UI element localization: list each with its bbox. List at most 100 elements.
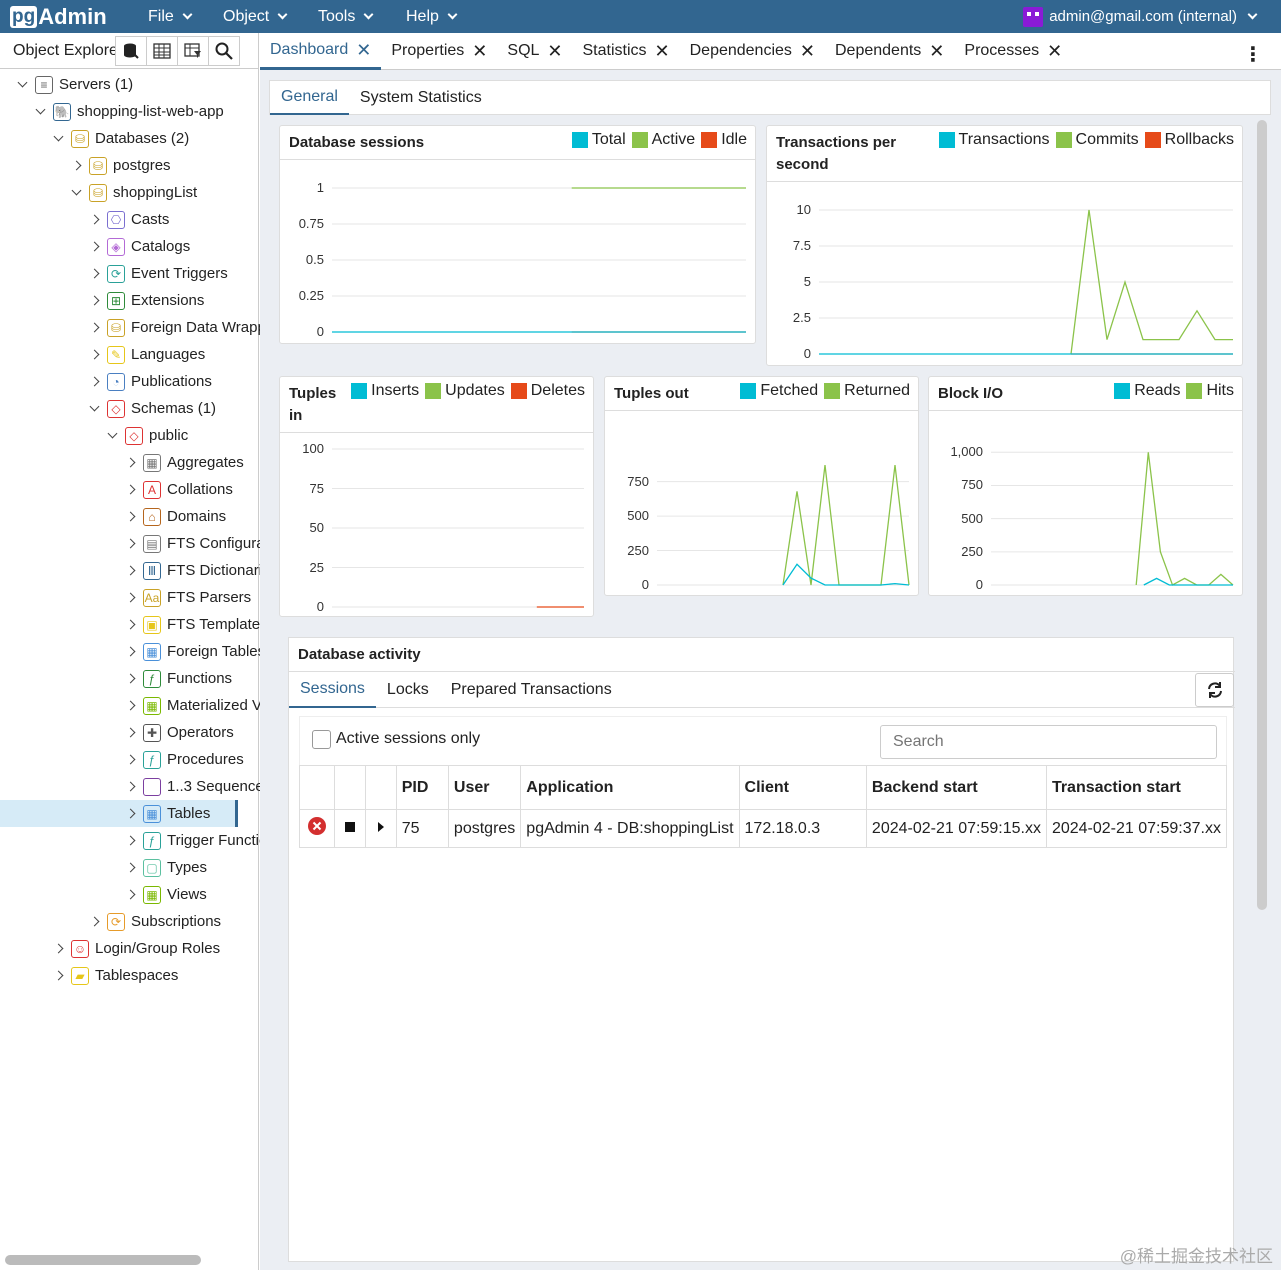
chevron-down-icon[interactable] xyxy=(33,104,47,119)
tab-statistics[interactable]: Statistics ✕ xyxy=(573,33,680,70)
tree-item-foreign-tables[interactable]: ▦ Foreign Tables xyxy=(123,638,265,665)
tab-processes[interactable]: Processes ✕ xyxy=(954,33,1072,70)
tree-item-procedures[interactable]: ƒ Procedures xyxy=(123,746,244,773)
search-objects-button[interactable] xyxy=(208,35,240,66)
tree-item-fts-dictionaries[interactable]: Ⅲ FTS Dictionaries xyxy=(123,557,278,584)
close-icon[interactable]: ✕ xyxy=(800,42,815,60)
chevron-right-icon[interactable] xyxy=(87,348,101,362)
table-row[interactable]: 75 postgres pgAdmin 4 - DB:shoppingList … xyxy=(299,809,1228,848)
view-data-button[interactable] xyxy=(146,35,178,66)
tree-item-public[interactable]: ◇ public xyxy=(105,422,188,449)
active-sessions-checkbox[interactable] xyxy=(312,730,331,749)
tree-item-languages[interactable]: ✎ Languages xyxy=(87,341,205,368)
close-icon[interactable]: ✕ xyxy=(472,42,487,60)
tree-item-login-group-roles[interactable]: ☺ Login/Group Roles xyxy=(51,935,220,962)
object-explorer-title[interactable]: Object Explorer xyxy=(0,42,115,60)
tree-item-databases-2[interactable]: ⛁ Databases (2) xyxy=(51,125,189,152)
chevron-right-icon[interactable] xyxy=(87,294,101,308)
col-pid[interactable]: PID xyxy=(395,765,449,810)
user-menu[interactable]: admin@gmail.com (internal) xyxy=(1023,0,1258,33)
chevron-down-icon[interactable] xyxy=(105,428,119,443)
chevron-right-icon[interactable] xyxy=(87,267,101,281)
vertical-scrollbar[interactable] xyxy=(1257,120,1267,910)
chevron-down-icon[interactable] xyxy=(69,185,83,200)
chevron-right-icon[interactable] xyxy=(123,510,137,524)
chevron-right-icon[interactable] xyxy=(123,591,137,605)
filter-rows-button[interactable] xyxy=(177,35,209,66)
chevron-right-icon[interactable] xyxy=(123,672,137,686)
tab-sql[interactable]: SQL ✕ xyxy=(497,33,572,70)
tree-item-servers-1[interactable]: ≡ Servers (1) xyxy=(15,71,133,98)
col-transaction-start[interactable]: Transaction start xyxy=(1045,765,1228,810)
tab-locks[interactable]: Locks xyxy=(376,672,440,708)
close-icon[interactable]: ✕ xyxy=(356,41,371,59)
tree-item-operators[interactable]: ✚ Operators xyxy=(123,719,234,746)
chevron-right-icon[interactable] xyxy=(87,240,101,254)
refresh-button[interactable] xyxy=(1195,673,1234,707)
tab-dependents[interactable]: Dependents ✕ xyxy=(825,33,954,70)
col-application[interactable]: Application xyxy=(520,765,740,810)
chevron-right-icon[interactable] xyxy=(51,942,65,956)
chevron-right-icon[interactable] xyxy=(87,321,101,335)
query-tool-button[interactable] xyxy=(115,35,147,66)
more-options-icon[interactable]: ⋮ xyxy=(1243,42,1263,67)
col-user[interactable]: User xyxy=(447,765,522,810)
tab-properties[interactable]: Properties ✕ xyxy=(381,33,497,70)
chevron-right-icon[interactable] xyxy=(87,213,101,227)
tree-item-foreign-data-wrappers[interactable]: ⛁ Foreign Data Wrappers xyxy=(87,314,287,341)
close-icon[interactable]: ✕ xyxy=(1047,42,1062,60)
tree-item-subscriptions[interactable]: ⟳ Subscriptions xyxy=(87,908,221,935)
tree-item-tables[interactable]: ▦ Tables xyxy=(0,800,238,827)
tab-dashboard[interactable]: Dashboard ✕ xyxy=(260,33,382,70)
tree-item-catalogs[interactable]: ◈ Catalogs xyxy=(87,233,190,260)
tree-item-1-3-sequences[interactable]: 1..3 Sequences xyxy=(123,773,271,800)
horizontal-scrollbar[interactable] xyxy=(5,1255,201,1265)
tree-item-types[interactable]: ▢ Types xyxy=(123,854,207,881)
chevron-right-icon[interactable] xyxy=(123,699,137,713)
subtab-system-statistics[interactable]: System Statistics xyxy=(349,80,493,115)
chevron-right-icon[interactable] xyxy=(123,861,137,875)
sessions-search-input[interactable] xyxy=(880,725,1217,759)
menu-file[interactable]: File xyxy=(148,0,193,33)
tree-item-shoppinglist[interactable]: ⛁ shoppingList xyxy=(69,179,197,206)
tree-item-tablespaces[interactable]: ▰ Tablespaces xyxy=(51,962,178,989)
tree-item-postgres[interactable]: ⛁ postgres xyxy=(69,152,171,179)
tree-item-domains[interactable]: ⌂ Domains xyxy=(123,503,226,530)
chevron-right-icon[interactable] xyxy=(123,564,137,578)
tree-item-fts-templates[interactable]: ▣ FTS Templates xyxy=(123,611,268,638)
chevron-right-icon[interactable] xyxy=(123,618,137,632)
chevron-down-icon[interactable] xyxy=(87,401,101,416)
chevron-right-icon[interactable] xyxy=(123,726,137,740)
cancel-query-button[interactable] xyxy=(333,809,367,848)
chevron-right-icon[interactable] xyxy=(123,807,137,821)
expand-row-button[interactable] xyxy=(365,809,397,848)
close-icon[interactable]: ✕ xyxy=(929,42,944,60)
chevron-right-icon[interactable] xyxy=(123,888,137,902)
chevron-right-icon[interactable] xyxy=(123,645,137,659)
chevron-right-icon[interactable] xyxy=(123,483,137,497)
menu-help[interactable]: Help xyxy=(406,0,458,33)
chevron-down-icon[interactable] xyxy=(51,131,65,146)
tree-item-aggregates[interactable]: ▦ Aggregates xyxy=(123,449,244,476)
tree-item-views[interactable]: ▦ Views xyxy=(123,881,207,908)
chevron-right-icon[interactable] xyxy=(87,915,101,929)
menu-tools[interactable]: Tools xyxy=(318,0,374,33)
chevron-right-icon[interactable] xyxy=(123,537,137,551)
tree-item-fts-parsers[interactable]: Aa FTS Parsers xyxy=(123,584,251,611)
tree-item-casts[interactable]: ⎔ Casts xyxy=(87,206,169,233)
tab-sessions[interactable]: Sessions xyxy=(289,672,376,708)
chevron-right-icon[interactable] xyxy=(123,456,137,470)
col-client[interactable]: Client xyxy=(738,765,867,810)
tree-item-publications[interactable]: ◔ Publications xyxy=(87,368,212,395)
tree-item-shopping-list-web-app[interactable]: 🐘 shopping-list-web-app xyxy=(33,98,224,125)
tree-item-functions[interactable]: ƒ Functions xyxy=(123,665,232,692)
close-icon[interactable]: ✕ xyxy=(655,42,670,60)
tree-item-schemas-1[interactable]: ◇ Schemas (1) xyxy=(87,395,216,422)
chevron-right-icon[interactable] xyxy=(69,159,83,173)
col-backend-start[interactable]: Backend start xyxy=(865,765,1047,810)
terminate-session-button[interactable] xyxy=(299,809,335,848)
chevron-right-icon[interactable] xyxy=(51,969,65,983)
tree-item-collations[interactable]: A Collations xyxy=(123,476,233,503)
chevron-right-icon[interactable] xyxy=(123,834,137,848)
tab-prepared-transactions[interactable]: Prepared Transactions xyxy=(440,672,623,708)
